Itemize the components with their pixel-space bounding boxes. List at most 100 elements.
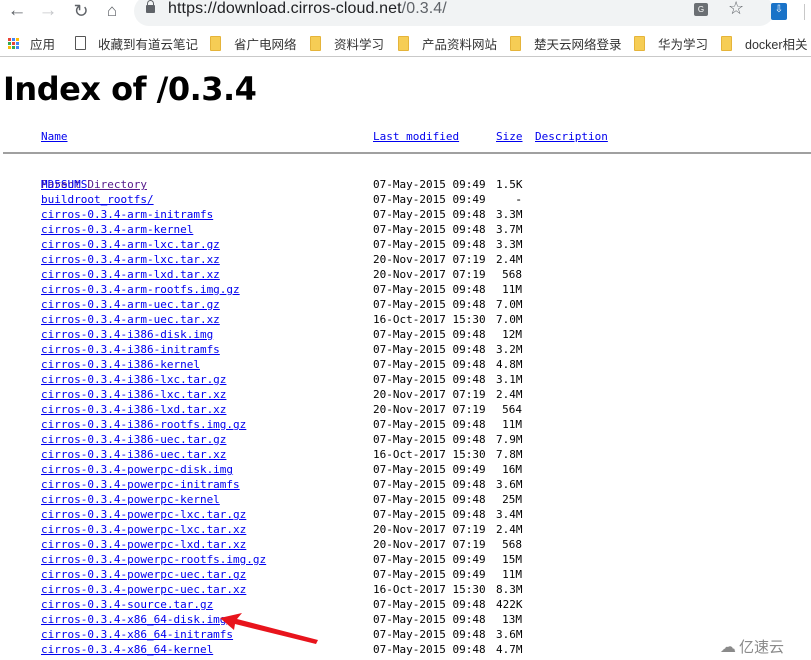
- bookmark-label: 华为学习: [658, 37, 709, 52]
- file-link[interactable]: cirros-0.3.4-powerpc-rootfs.img.gz: [41, 552, 266, 567]
- file-link[interactable]: cirros-0.3.4-x86_64-kernel: [41, 642, 213, 657]
- file-link[interactable]: cirros-0.3.4-arm-rootfs.img.gz: [41, 282, 240, 297]
- bookmark-folder-2[interactable]: 资料学习: [310, 35, 384, 52]
- file-row: cirros-0.3.4-x86_64-initramfs 07-May-2015…: [0, 627, 811, 642]
- file-link[interactable]: cirros-0.3.4-i386-kernel: [41, 357, 200, 372]
- file-row: cirros-0.3.4-powerpc-kernel 07-May-2015 0…: [0, 492, 811, 507]
- file-last-modified: 07-May-2015 09:48: [373, 298, 486, 311]
- file-link[interactable]: cirros-0.3.4-i386-rootfs.img.gz: [41, 417, 246, 432]
- file-link[interactable]: cirros-0.3.4-source.tar.gz: [41, 597, 213, 612]
- sort-by-name-link[interactable]: Name: [41, 130, 68, 143]
- file-row: cirros-0.3.4-arm-rootfs.img.gz 07-May-201…: [0, 282, 811, 297]
- sort-by-description-link[interactable]: Description: [535, 130, 608, 143]
- file-size: 3.1M: [496, 373, 523, 386]
- file-row: cirros-0.3.4-i386-lxc.tar.gz 07-May-2015 …: [0, 372, 811, 387]
- file-link[interactable]: cirros-0.3.4-i386-initramfs: [41, 342, 220, 357]
- bookmark-label: 应用: [30, 37, 56, 52]
- file-link[interactable]: cirros-0.3.4-x86_64-disk.img: [41, 612, 226, 627]
- file-link[interactable]: MD5SUMS: [41, 177, 87, 192]
- file-link[interactable]: cirros-0.3.4-arm-lxc.tar.xz: [41, 252, 220, 267]
- file-link[interactable]: cirros-0.3.4-i386-lxc.tar.xz: [41, 387, 226, 402]
- file-link[interactable]: cirros-0.3.4-arm-lxd.tar.xz: [41, 267, 220, 282]
- file-last-modified: 07-May-2015 09:49: [373, 178, 486, 191]
- bookmark-label: 省广电网络: [234, 37, 297, 52]
- file-row: cirros-0.3.4-arm-kernel 07-May-2015 09:48…: [0, 222, 811, 237]
- file-link[interactable]: cirros-0.3.4-powerpc-lxc.tar.xz: [41, 522, 246, 537]
- file-row: cirros-0.3.4-x86_64-disk.img 07-May-2015 …: [0, 612, 811, 627]
- folder-icon: [398, 35, 409, 51]
- file-link[interactable]: cirros-0.3.4-powerpc-initramfs: [41, 477, 240, 492]
- url-path: /0.3.4/: [401, 0, 447, 17]
- file-link[interactable]: cirros-0.3.4-powerpc-disk.img: [41, 462, 233, 477]
- back-arrow-icon[interactable]: ←: [6, 0, 28, 22]
- file-row: cirros-0.3.4-i386-kernel 07-May-2015 09:4…: [0, 357, 811, 372]
- bookmark-folder-4[interactable]: 楚天云网络登录: [510, 35, 622, 52]
- file-size: 3.4M: [496, 508, 523, 521]
- bookmark-folder-5[interactable]: 华为学习: [634, 35, 709, 52]
- bookmark-label: 产品资料网站: [422, 37, 498, 52]
- lock-icon[interactable]: [146, 0, 155, 13]
- url-text[interactable]: https://download.cirros-cloud.net/0.3.4/: [168, 0, 447, 18]
- file-size: 2.4M: [496, 523, 523, 536]
- file-last-modified: 07-May-2015 09:48: [373, 598, 486, 611]
- bookmark-apps[interactable]: 应用: [8, 35, 56, 52]
- file-last-modified: 20-Nov-2017 07:19: [373, 268, 486, 281]
- file-link[interactable]: cirros-0.3.4-i386-lxd.tar.xz: [41, 402, 226, 417]
- directory-listing: Name Last modified Size Description Pare…: [0, 130, 811, 656]
- bookmark-star-icon[interactable]: ☆: [728, 0, 744, 19]
- file-link[interactable]: cirros-0.3.4-x86_64-initramfs: [41, 627, 233, 642]
- address-bar[interactable]: https://download.cirros-cloud.net/0.3.4/…: [134, 0, 774, 26]
- file-row: cirros-0.3.4-powerpc-uec.tar.gz 07-May-20…: [0, 567, 811, 582]
- file-size: 7.0M: [496, 298, 523, 311]
- file-link[interactable]: cirros-0.3.4-arm-initramfs: [41, 207, 213, 222]
- file-last-modified: 07-May-2015 09:48: [373, 478, 486, 491]
- bookmark-label: 收藏到有道云笔记: [98, 37, 199, 52]
- listing-header: Name Last modified Size Description: [0, 130, 811, 147]
- file-link[interactable]: cirros-0.3.4-arm-lxc.tar.gz: [41, 237, 220, 252]
- file-link[interactable]: cirros-0.3.4-powerpc-uec.tar.gz: [41, 567, 246, 582]
- file-size: -: [515, 193, 522, 206]
- translate-icon[interactable]: G: [694, 3, 708, 16]
- file-last-modified: 07-May-2015 09:49: [373, 463, 486, 476]
- file-last-modified: 07-May-2015 09:49: [373, 553, 486, 566]
- file-link[interactable]: cirros-0.3.4-i386-disk.img: [41, 327, 213, 342]
- file-link[interactable]: cirros-0.3.4-i386-uec.tar.xz: [41, 447, 226, 462]
- file-link[interactable]: cirros-0.3.4-arm-uec.tar.xz: [41, 312, 220, 327]
- file-last-modified: 07-May-2015 09:48: [373, 613, 486, 626]
- bookmark-folder-3[interactable]: 产品资料网站: [398, 35, 498, 52]
- file-size: 3.3M: [496, 208, 523, 221]
- bookmark-youdao[interactable]: 收藏到有道云笔记: [75, 35, 199, 52]
- file-last-modified: 07-May-2015 09:48: [373, 628, 486, 641]
- download-extension-icon[interactable]: ⇩: [771, 3, 787, 20]
- home-icon[interactable]: ⌂: [101, 0, 123, 22]
- file-link[interactable]: cirros-0.3.4-powerpc-lxd.tar.xz: [41, 537, 246, 552]
- file-size: 7.0M: [496, 313, 523, 326]
- file-size: 3.6M: [496, 478, 523, 491]
- page-title: Index of /0.3.4: [3, 70, 257, 108]
- file-size: 11M: [502, 568, 522, 581]
- file-size: 8.3M: [496, 583, 523, 596]
- file-last-modified: 07-May-2015 09:48: [373, 208, 486, 221]
- file-link[interactable]: cirros-0.3.4-arm-kernel: [41, 222, 193, 237]
- file-row: cirros-0.3.4-powerpc-rootfs.img.gz 07-May…: [0, 552, 811, 567]
- file-row: buildroot_rootfs/07-May-2015 09:49 -: [0, 192, 811, 207]
- bookmark-label: docker相关: [745, 37, 808, 52]
- file-link[interactable]: cirros-0.3.4-i386-lxc.tar.gz: [41, 372, 226, 387]
- file-last-modified: 07-May-2015 09:48: [373, 433, 486, 446]
- file-link[interactable]: cirros-0.3.4-arm-uec.tar.gz: [41, 297, 220, 312]
- file-link[interactable]: cirros-0.3.4-powerpc-uec.tar.xz: [41, 582, 246, 597]
- bookmark-folder-6[interactable]: docker相关: [721, 35, 808, 52]
- reload-icon[interactable]: ↻: [70, 0, 92, 22]
- file-link[interactable]: buildroot_rootfs/: [41, 192, 154, 207]
- forward-arrow-icon[interactable]: →: [37, 0, 59, 22]
- sort-by-last-modified-link[interactable]: Last modified: [373, 130, 459, 143]
- file-size: 25M: [502, 493, 522, 506]
- file-size: 13M: [502, 613, 522, 626]
- file-link[interactable]: cirros-0.3.4-powerpc-lxc.tar.gz: [41, 507, 246, 522]
- bookmark-folder-1[interactable]: 省广电网络: [210, 35, 297, 52]
- sort-by-size-link[interactable]: Size: [496, 130, 523, 143]
- file-link[interactable]: cirros-0.3.4-i386-uec.tar.gz: [41, 432, 226, 447]
- file-row: cirros-0.3.4-i386-uec.tar.xz 16-Oct-2017 …: [0, 447, 811, 462]
- file-link[interactable]: cirros-0.3.4-powerpc-kernel: [41, 492, 220, 507]
- file-size: 12M: [502, 328, 522, 341]
